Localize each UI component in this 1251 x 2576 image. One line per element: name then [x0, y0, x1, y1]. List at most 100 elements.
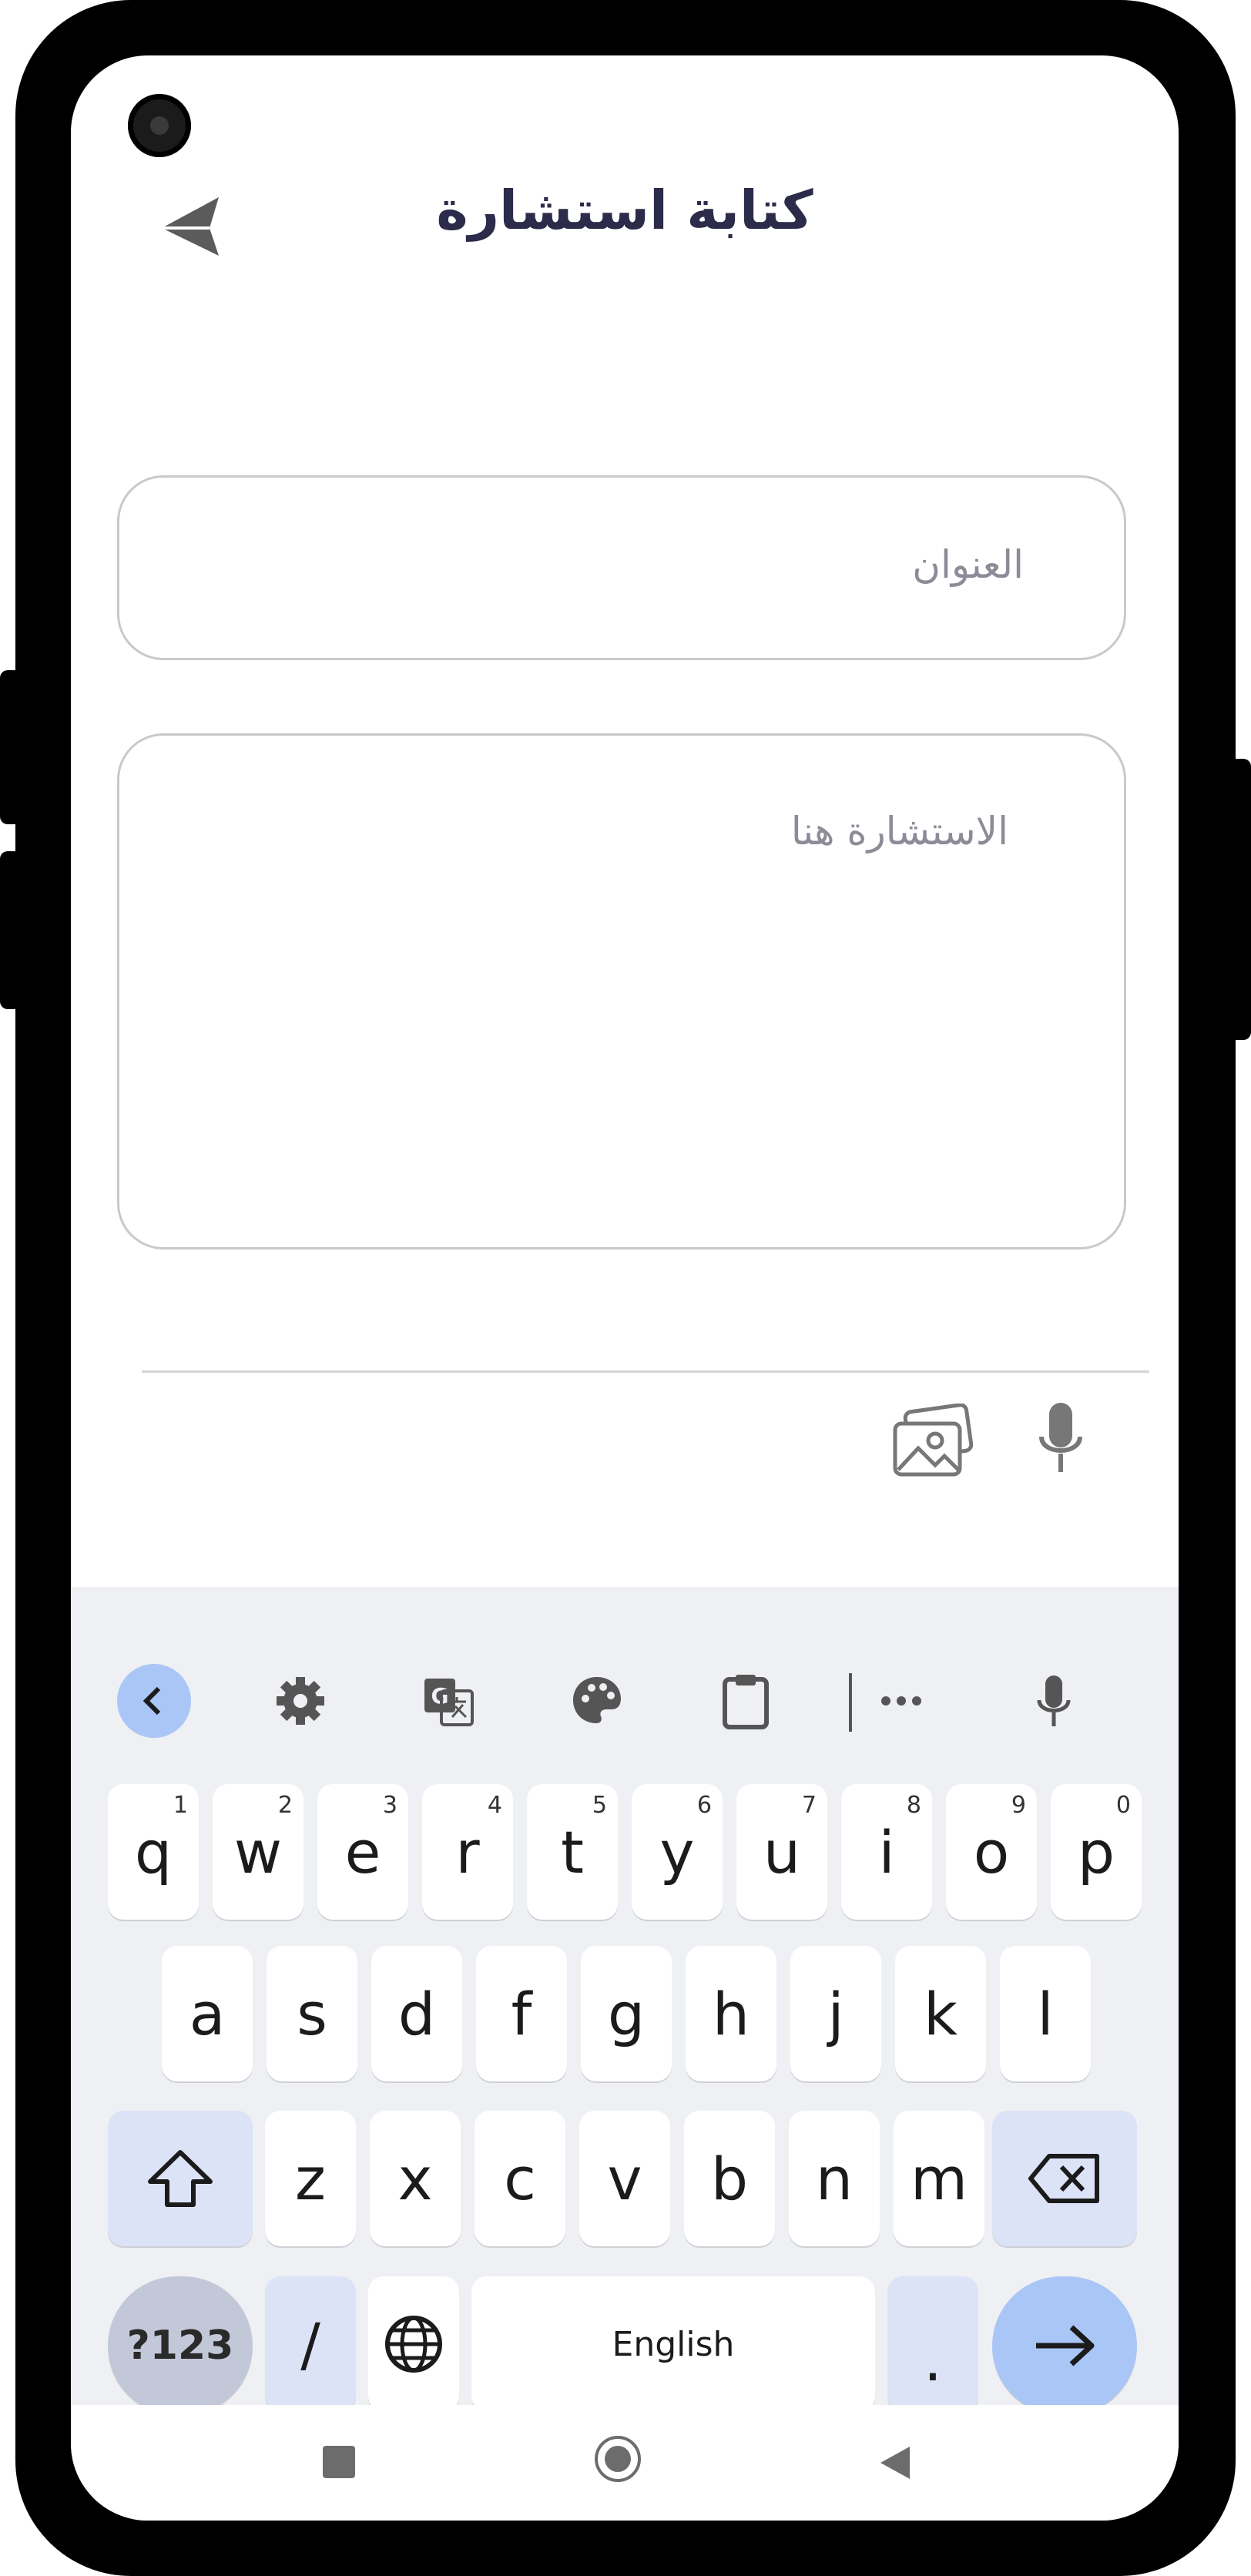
key-g[interactable]: g [581, 1946, 672, 2081]
key-u[interactable]: u7 [736, 1784, 827, 1920]
key-number-hint: 1 [173, 1792, 188, 1819]
key-t[interactable]: t5 [527, 1784, 618, 1920]
key-s[interactable]: s [267, 1946, 357, 2081]
home-icon [605, 2446, 631, 2472]
key-m[interactable]: m [894, 2111, 984, 2246]
key-number-hint: 2 [277, 1792, 293, 1819]
collapse-toolbar-button[interactable] [117, 1664, 191, 1738]
chevron-left-icon [143, 1686, 161, 1716]
key-e[interactable]: e3 [317, 1784, 408, 1920]
key-n[interactable]: n [789, 2111, 880, 2246]
slash-key[interactable]: / [265, 2276, 356, 2412]
title-placeholder: العنوان [912, 542, 1024, 587]
key-label: w [233, 1817, 283, 1887]
globe-icon [385, 2316, 442, 2373]
period-key[interactable]: . [887, 2276, 978, 2412]
key-r[interactable]: r4 [422, 1784, 513, 1920]
key-c[interactable]: c [475, 2111, 565, 2246]
keyboard: G q 1 w 2 e 3 r 4 t 5 y 6 u 7 i 8 o 9 p … [71, 1587, 1179, 2415]
key-label: q [134, 1817, 173, 1887]
key-label: l [1037, 1979, 1054, 2048]
key-v[interactable]: v [579, 2111, 670, 2246]
arrow-right-icon [1036, 2325, 1095, 2366]
key-i[interactable]: i8 [841, 1784, 932, 1920]
enter-key[interactable] [992, 2276, 1137, 2415]
key-q[interactable]: q1 [108, 1784, 199, 1920]
key-label: v [607, 2144, 642, 2213]
key-number-hint: 9 [1011, 1792, 1026, 1819]
key-d[interactable]: d [371, 1946, 462, 2081]
triangle-back-icon [880, 2447, 910, 2479]
front-camera [128, 94, 191, 157]
key-label: t [561, 1817, 584, 1887]
microphone-icon [1039, 1403, 1082, 1472]
key-label: / [300, 2309, 320, 2379]
key-j[interactable]: j [790, 1946, 881, 2081]
home-button[interactable] [595, 2436, 641, 2482]
key-label: . [923, 2325, 943, 2394]
key-label: e [344, 1817, 381, 1887]
key-w[interactable]: w2 [213, 1784, 304, 1920]
consultation-textarea[interactable]: الاستشارة هنا [117, 733, 1126, 1249]
volume-up-button [0, 670, 22, 824]
backspace-key[interactable] [992, 2111, 1137, 2246]
keyboard-voice-button[interactable] [1017, 1664, 1091, 1738]
key-label: u [763, 1817, 801, 1887]
key-y[interactable]: y6 [632, 1784, 723, 1920]
shift-key[interactable] [108, 2111, 253, 2246]
theme-button[interactable] [560, 1664, 634, 1738]
key-number-hint: 0 [1115, 1792, 1131, 1819]
key-label: c [504, 2144, 536, 2213]
key-label: m [910, 2144, 968, 2213]
key-label: g [607, 1979, 646, 2048]
settings-button[interactable] [263, 1664, 337, 1738]
key-label: j [827, 1979, 844, 2048]
shift-icon [148, 2150, 213, 2207]
system-nav-bar [71, 2405, 1179, 2521]
clipboard-icon [723, 1675, 769, 1729]
key-h[interactable]: h [686, 1946, 776, 2081]
palette-icon [573, 1677, 621, 1723]
more-button[interactable] [864, 1664, 938, 1738]
recents-button[interactable] [323, 2446, 355, 2478]
key-number-hint: 3 [382, 1792, 397, 1819]
key-label: o [973, 1817, 1010, 1887]
key-label: r [455, 1817, 480, 1887]
key-label: i [878, 1817, 895, 1887]
backspace-icon [1028, 2154, 1099, 2203]
title-field[interactable]: العنوان [117, 475, 1126, 660]
key-number-hint: 8 [906, 1792, 921, 1819]
image-gallery-icon [893, 1403, 974, 1477]
key-label: ?123 [126, 2323, 234, 2369]
toolbar-separator [849, 1673, 852, 1732]
key-label: a [189, 1979, 226, 2048]
language-key[interactable] [368, 2276, 459, 2412]
clipboard-button[interactable] [709, 1664, 783, 1738]
divider [142, 1370, 1149, 1373]
gallery-button[interactable] [890, 1403, 975, 1481]
key-number-hint: 6 [696, 1792, 712, 1819]
key-a[interactable]: a [162, 1946, 253, 2081]
back-nav-button[interactable] [876, 2444, 914, 2482]
key-f[interactable]: f [476, 1946, 567, 2081]
key-p[interactable]: p0 [1051, 1784, 1142, 1920]
key-b[interactable]: b [684, 2111, 775, 2246]
key-k[interactable]: k [895, 1946, 986, 2081]
key-number-hint: 4 [487, 1792, 502, 1819]
gear-icon [277, 1677, 324, 1725]
more-icon [881, 1696, 921, 1706]
key-label: s [297, 1979, 327, 2048]
key-label: d [397, 1979, 436, 2048]
key-number-hint: 5 [592, 1792, 607, 1819]
translate-button[interactable]: G [411, 1664, 485, 1738]
key-label: f [511, 1979, 532, 2048]
space-bar[interactable]: English [471, 2276, 875, 2412]
symbols-key[interactable]: ?123 [108, 2276, 253, 2415]
voice-button[interactable] [1034, 1400, 1088, 1477]
key-l[interactable]: l [1000, 1946, 1091, 2081]
key-x[interactable]: x [370, 2111, 461, 2246]
key-z[interactable]: z [265, 2111, 356, 2246]
microphone-icon [1037, 1675, 1071, 1726]
key-label: h [712, 1979, 750, 2048]
key-o[interactable]: o9 [946, 1784, 1037, 1920]
